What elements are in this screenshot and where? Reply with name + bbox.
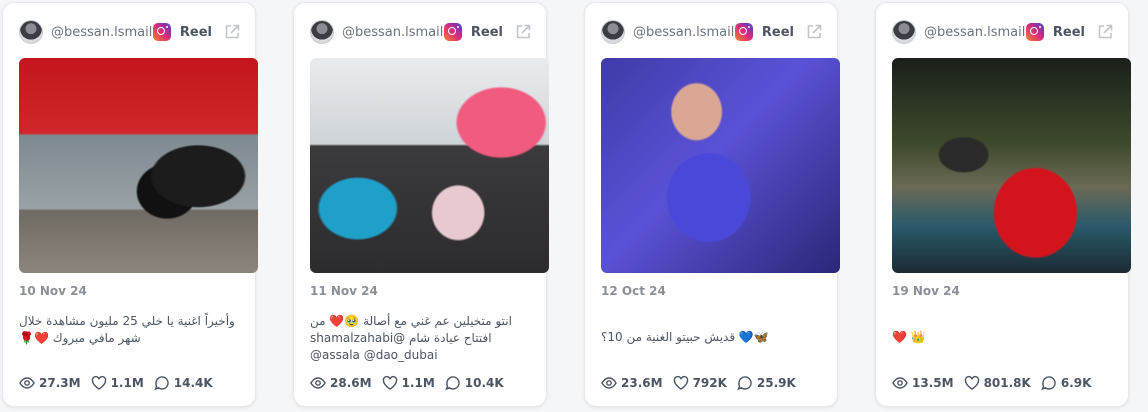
instagram-icon	[1025, 23, 1044, 41]
external-link-icon[interactable]	[805, 23, 823, 41]
external-link-icon[interactable]	[223, 23, 241, 41]
username[interactable]: @bessan.lsmail	[924, 25, 1026, 40]
username[interactable]: @bessan.lsmail	[51, 25, 153, 40]
likes-count: 801.8K	[983, 376, 1031, 390]
comment-icon	[444, 376, 460, 391]
post-caption: انتو متخيلين عم غني مع أصالة 🥹❤️ من افتت…	[310, 314, 512, 362]
comments-count: 6.9K	[1060, 376, 1092, 390]
views-stat: 23.6M	[601, 375, 663, 391]
instagram-icon	[734, 23, 753, 41]
external-link-icon[interactable]	[514, 23, 532, 41]
post-thumbnail[interactable]	[310, 58, 549, 273]
comment-icon	[1041, 376, 1056, 391]
post-thumbnail[interactable]	[601, 58, 840, 273]
likes-stat: 1.1M	[91, 375, 144, 391]
likes-stat: 1.1M	[382, 375, 435, 391]
reel-label: Reel	[761, 24, 794, 40]
views-stat: 28.6M	[310, 375, 372, 391]
views-stat: 27.3M	[19, 375, 81, 391]
post-stats: 13.5M 801.8K 6.9K	[892, 375, 1101, 391]
views-stat: 13.5M	[892, 375, 954, 391]
views-count: 23.6M	[621, 376, 663, 390]
username[interactable]: @bessan.lsmail	[633, 25, 735, 40]
comments-stat: 6.9K	[1041, 375, 1092, 391]
avatar[interactable]	[601, 20, 625, 44]
instagram-icon	[443, 23, 462, 41]
post-thumbnail[interactable]	[892, 58, 1131, 273]
post-date: 12 Oct 24	[601, 284, 666, 298]
eye-icon	[601, 377, 617, 389]
post-header: @bessan.lsmail Reel	[892, 19, 1114, 45]
reel-label: Reel	[1052, 24, 1085, 40]
post-thumbnail[interactable]	[19, 58, 258, 273]
eye-icon	[19, 377, 35, 389]
views-count: 13.5M	[912, 376, 954, 390]
avatar[interactable]	[310, 20, 334, 44]
avatar[interactable]	[892, 20, 916, 44]
eye-icon	[310, 377, 326, 389]
comments-count: 14.4K	[173, 376, 213, 390]
views-count: 28.6M	[330, 376, 372, 390]
likes-count: 1.1M	[401, 376, 435, 390]
post-header: @bessan.lsmail Reel	[601, 19, 823, 45]
likes-stat: 801.8K	[964, 375, 1031, 391]
likes-count: 792K	[692, 376, 727, 390]
comments-count: 25.9K	[756, 376, 796, 390]
views-count: 27.3M	[39, 376, 81, 390]
comment-icon	[737, 376, 752, 391]
post-card[interactable]: @bessan.lsmail Reel 19 Nov 24 ❤️ 👑 13.5M…	[875, 2, 1131, 407]
post-stats: 28.6M 1.1M 10.4K	[310, 375, 514, 391]
heart-icon	[91, 375, 106, 390]
post-caption: 🦋💙 قديش حبيتو الغنية من 10؟	[601, 330, 769, 344]
reel-label: Reel	[470, 24, 503, 40]
external-link-icon[interactable]	[1096, 23, 1114, 41]
username[interactable]: @bessan.lsmail	[342, 25, 444, 40]
post-stats: 23.6M 792K 25.9K	[601, 375, 806, 391]
comments-count: 10.4K	[464, 376, 504, 390]
heart-icon	[673, 375, 688, 390]
posts-grid: @bessan.lsmail Reel 10 Nov 24 وأخيراً اغ…	[0, 0, 1148, 412]
post-stats: 27.3M 1.1M 14.4K	[19, 375, 223, 391]
post-card[interactable]: @bessan.lsmail Reel 12 Oct 24 🦋💙 قديش حب…	[584, 2, 840, 407]
comments-stat: 10.4K	[444, 375, 504, 391]
post-date: 11 Nov 24	[310, 284, 378, 298]
post-date: 10 Nov 24	[19, 284, 87, 298]
avatar[interactable]	[19, 20, 43, 44]
heart-icon	[964, 375, 979, 390]
heart-icon	[382, 375, 397, 390]
post-caption: وأخيراً اغنية يا خلي 25 مليون مشاهدة خلا…	[19, 314, 235, 345]
post-date: 19 Nov 24	[892, 284, 960, 298]
reel-label: Reel	[179, 24, 212, 40]
likes-stat: 792K	[673, 375, 727, 391]
instagram-icon	[152, 23, 171, 41]
comments-stat: 14.4K	[153, 375, 213, 391]
likes-count: 1.1M	[110, 376, 144, 390]
post-caption: ❤️ 👑	[892, 330, 926, 344]
post-card[interactable]: @bessan.lsmail Reel 10 Nov 24 وأخيراً اغ…	[2, 2, 258, 407]
post-card[interactable]: @bessan.lsmail Reel 11 Nov 24 انتو متخيل…	[293, 2, 549, 407]
comment-icon	[153, 376, 169, 391]
post-header: @bessan.lsmail Reel	[19, 19, 241, 45]
eye-icon	[892, 377, 908, 389]
comments-stat: 25.9K	[737, 375, 796, 391]
post-header: @bessan.lsmail Reel	[310, 19, 532, 45]
